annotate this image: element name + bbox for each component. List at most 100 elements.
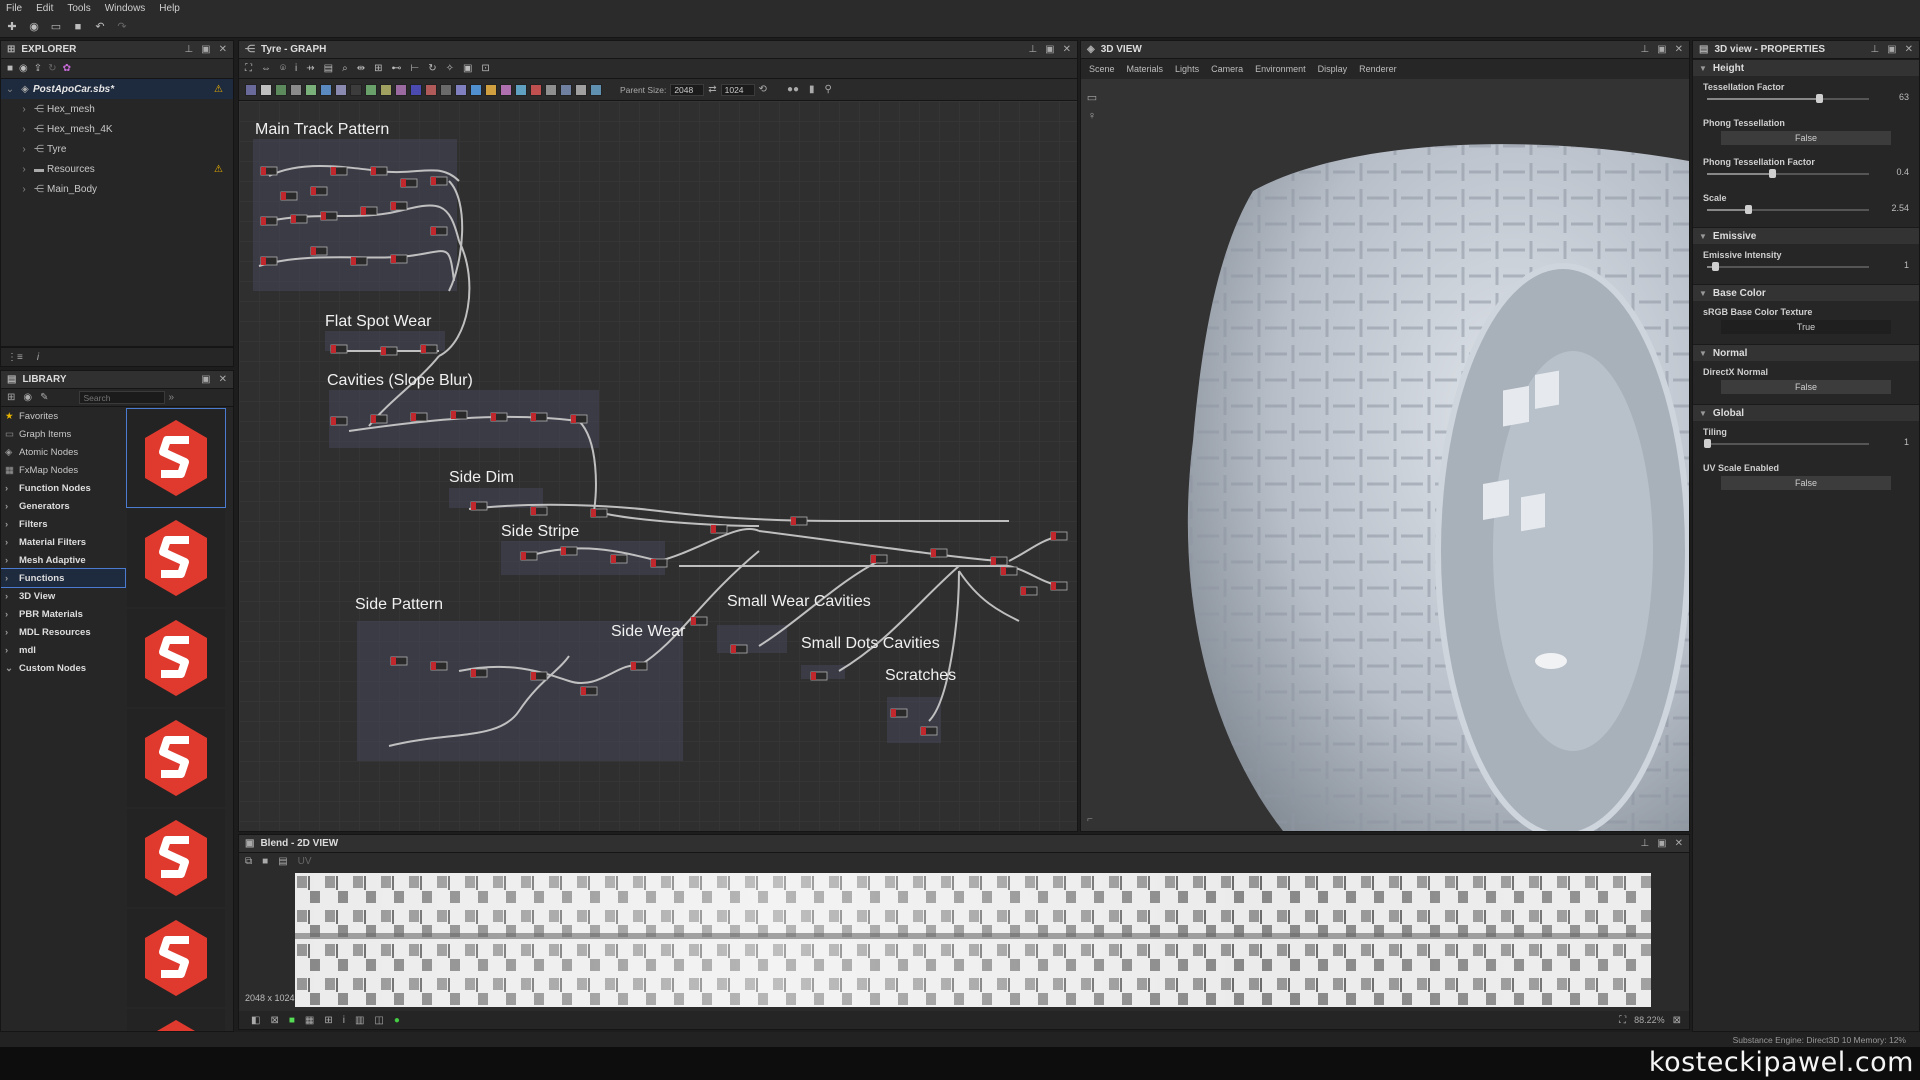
menu-edit[interactable]: Edit [36,3,53,14]
save-icon[interactable]: ■ [262,856,268,867]
srgb-base-color-toggle[interactable]: True [1721,320,1891,334]
atomic-node-icon[interactable] [380,83,392,96]
light-icon[interactable]: ♀ [1083,110,1101,122]
atomic-node-icon[interactable] [260,83,272,96]
atomic-node-icon[interactable] [500,83,512,96]
atomic-node-icon[interactable] [530,83,542,96]
histogram-icon[interactable]: ▥ [355,1015,364,1026]
picker-icon[interactable]: ◫ [374,1015,383,1026]
chevron-right-icon[interactable]: › [17,104,31,115]
section-emissive[interactable]: ▼ Emissive [1693,227,1919,244]
atomic-node-icon[interactable] [350,83,362,96]
section-global[interactable]: ▼ Global [1693,404,1919,421]
reset-icon[interactable]: ⟲ [759,84,767,95]
phong-tessellation-factor-slider[interactable]: 0.4 [1703,167,1909,181]
add-icon[interactable]: ◉ [23,392,32,403]
atomic-node-icon[interactable] [560,83,572,96]
toggle-icon[interactable]: ●● [787,84,799,95]
info-icon[interactable]: i [343,1015,345,1026]
undo-icon[interactable]: ↶ [92,19,108,35]
section-base-color[interactable]: ▼ Base Color [1693,284,1919,301]
maximize-icon[interactable]: ▣ [1887,44,1896,55]
new-package-icon[interactable]: ✚ [4,19,20,35]
slider-knob[interactable] [1712,262,1720,271]
layers-icon[interactable]: ◧ [251,1015,260,1026]
library-category[interactable]: › Material Filters [1,533,125,551]
resize-corner-icon[interactable]: ⌐ [1087,814,1093,825]
atomic-node-icon[interactable] [290,83,302,96]
atomic-node-icon[interactable] [245,83,257,96]
slider-knob[interactable] [1744,205,1752,214]
tab-renderer[interactable]: Renderer [1359,64,1397,74]
library-category[interactable]: ★ Favorites [1,407,125,425]
filter-icon[interactable]: ⊞ [7,392,15,403]
pin-icon[interactable]: ⊥ [1640,44,1649,55]
lock-icon[interactable]: ⊠ [1673,1015,1681,1026]
camera-icon[interactable]: ⌾ [280,63,286,74]
settings-icon[interactable]: ⚲ [825,84,832,95]
library-thumbnail[interactable] [127,909,225,1007]
graph-canvas[interactable]: Main Track Pattern Flat Spot Wear Caviti… [239,101,1077,831]
library-category[interactable]: › mdl [1,641,125,659]
menu-help[interactable]: Help [159,3,180,14]
maximize-icon[interactable]: ▣ [1657,44,1666,55]
2d-texture-viewport[interactable] [295,873,1651,1007]
expand-icon[interactable]: » [169,392,175,403]
tiling-slider[interactable]: 1 [1703,437,1909,451]
atomic-node-icon[interactable] [305,83,317,96]
zoom-icon[interactable]: ⌕ [342,63,348,74]
library-category[interactable]: › Function Nodes [1,479,125,497]
3d-viewport[interactable] [1103,81,1689,831]
emissive-intensity-slider[interactable]: 1 [1703,260,1909,274]
tree-item-hex-mesh[interactable]: › ⋲ Hex_mesh [1,99,233,119]
library-category[interactable]: › Mesh Adaptive [1,551,125,569]
info-icon[interactable]: i [37,352,39,363]
edit-icon[interactable]: ✎ [40,392,48,403]
tessellation-factor-slider[interactable]: 63 [1703,92,1909,106]
new-graph-icon[interactable]: ◉ [19,63,28,74]
save-icon[interactable]: ■ [7,63,13,74]
tab-environment[interactable]: Environment [1255,64,1306,74]
align-icon[interactable]: ⇹ [357,63,365,74]
tab-camera[interactable]: Camera [1211,64,1243,74]
chevron-right-icon[interactable]: › [17,184,31,195]
refresh-icon[interactable]: ↻ [48,63,56,74]
fit-icon[interactable]: ⛶ [1619,1015,1626,1026]
crop-icon[interactable]: ⊡ [481,63,489,74]
tree-item-main-body[interactable]: › ⋲ Main_Body [1,179,233,199]
library-thumbnail[interactable] [127,509,225,607]
tab-materials[interactable]: Materials [1127,64,1164,74]
library-thumbnail[interactable] [127,809,225,907]
pin-icon[interactable]: ⊥ [1640,838,1649,849]
atomic-node-icon[interactable] [425,83,437,96]
new-substance-icon[interactable]: ◉ [26,19,42,35]
atomic-node-icon[interactable] [545,83,557,96]
library-category[interactable]: › Generators [1,497,125,515]
atomic-node-icon[interactable] [410,83,422,96]
tree-item-hex-mesh-4k[interactable]: › ⋲ Hex_mesh_4K [1,119,233,139]
library-category[interactable]: › Functions [1,568,126,588]
uv-icon[interactable]: UV [298,856,312,867]
atomic-node-icon[interactable] [590,83,602,96]
pin-icon[interactable]: ⊥ [1028,44,1037,55]
tree-item-resources[interactable]: › ▬ Resources ⚠ [1,159,233,179]
close-icon[interactable]: ✕ [1905,44,1913,55]
atomic-node-icon[interactable] [575,83,587,96]
zoom-level[interactable]: 88.22% [1634,1015,1665,1025]
atomic-node-icon[interactable] [440,83,452,96]
maximize-icon[interactable]: ▣ [201,44,210,55]
connect-icon[interactable]: ⊷ [391,63,401,74]
phong-tessellation-toggle[interactable]: False [1721,131,1891,145]
chevron-right-icon[interactable]: › [17,164,31,175]
library-category[interactable]: ⌄ Custom Nodes [1,659,125,677]
hierarchy-icon[interactable]: ⊢ [410,63,419,74]
pin-icon[interactable]: ⊥ [184,44,193,55]
grid-icon[interactable]: ⊞ [374,63,382,74]
comment-icon[interactable]: ▤ [324,63,333,74]
tiling-icon[interactable]: ⊞ [324,1015,332,1026]
menu-windows[interactable]: Windows [105,3,146,14]
target-icon[interactable]: ▣ [463,63,472,74]
library-search-input[interactable] [78,391,165,404]
menu-tools[interactable]: Tools [67,3,90,14]
close-icon[interactable]: ✕ [1675,44,1683,55]
